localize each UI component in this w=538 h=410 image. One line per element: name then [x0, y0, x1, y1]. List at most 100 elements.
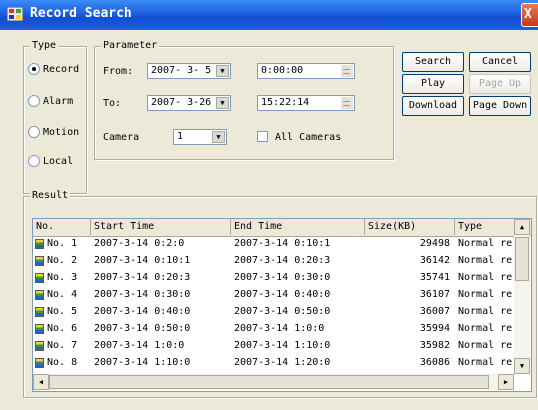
to-date-picker[interactable]: 2007- 3-26 ▼ [147, 95, 231, 111]
cell-end: 2007-3-14 0:40:0 [234, 289, 331, 300]
radio-alarm-label: Alarm [43, 95, 74, 107]
table-row[interactable]: No. 5 2007-3-14 0:40:0 2007-3-14 0:50:0 360… [33, 305, 514, 319]
record-file-icon [35, 273, 44, 283]
spin-icon[interactable] [341, 65, 353, 77]
cell-end: 2007-3-14 1:10:0 [234, 340, 331, 351]
record-file-icon [35, 341, 44, 351]
radio-local[interactable]: Local [28, 155, 73, 167]
title-bar[interactable]: Record Search X [0, 0, 538, 30]
app-icon [7, 7, 23, 21]
radio-local-dot[interactable] [28, 155, 40, 167]
scroll-up-arrow-icon[interactable]: ▲ [514, 219, 530, 235]
cell-type: Normal re [458, 306, 513, 317]
cell-size: 36142 [419, 255, 450, 266]
chevron-down-icon[interactable]: ▼ [212, 131, 225, 143]
search-button[interactable]: Search [402, 52, 464, 72]
column-header-size[interactable]: Size(KB) [365, 219, 455, 235]
camera-label: Camera [103, 132, 140, 143]
from-label: From: [103, 66, 134, 77]
cell-type: Normal re [458, 272, 513, 283]
table-row[interactable]: No. 7 2007-3-14 1:0:0 2007-3-14 1:10:0 3598… [33, 339, 514, 353]
cell-size: 35994 [419, 323, 450, 334]
scroll-down-arrow-icon[interactable]: ▼ [514, 358, 530, 374]
cell-type: Normal re [458, 340, 513, 351]
cell-type: Normal re [458, 255, 513, 266]
record-file-icon [35, 290, 44, 300]
window-title: Record Search [30, 6, 132, 21]
parameter-group: Parameter From: 2007- 3- 5 ▼ 0:00:00 To:… [94, 40, 394, 160]
page-up-button[interactable]: Page Up [469, 74, 531, 94]
table-row[interactable]: No. 6 2007-3-14 0:50:0 2007-3-14 1:0:0 3599… [33, 322, 514, 336]
horizontal-scrollbar[interactable]: ◀ ▶ [33, 374, 514, 390]
radio-motion-dot[interactable] [28, 126, 40, 138]
cell-end: 2007-3-14 0:50:0 [234, 306, 331, 317]
chevron-down-icon[interactable]: ▼ [216, 65, 229, 77]
from-time-field[interactable]: 0:00:00 [257, 63, 355, 79]
radio-alarm-dot[interactable] [28, 95, 40, 107]
table-row[interactable]: No. 3 2007-3-14 0:20:3 2007-3-14 0:30:0 357… [33, 271, 514, 285]
cancel-button[interactable]: Cancel [469, 52, 531, 72]
radio-record-dot[interactable] [28, 63, 40, 75]
radio-record[interactable]: Record [28, 63, 79, 75]
radio-motion[interactable]: Motion [28, 126, 79, 138]
column-header-type[interactable]: Type [455, 219, 514, 235]
record-file-icon [35, 358, 44, 368]
table-row[interactable]: No. 8 2007-3-14 1:10:0 2007-3-14 1:20:0 360… [33, 356, 514, 370]
camera-value: 1 [177, 131, 184, 142]
camera-select[interactable]: 1 ▼ [173, 129, 227, 145]
cell-no: No. 4 [47, 289, 78, 300]
cell-no: No. 3 [47, 272, 78, 283]
cell-type: Normal re [458, 289, 513, 300]
cell-start: 2007-3-14 0:10:1 [94, 255, 191, 266]
radio-record-label: Record [43, 63, 80, 75]
to-time-value: 15:22:14 [261, 97, 310, 108]
cell-end: 2007-3-14 0:30:0 [234, 272, 331, 283]
cell-start: 2007-3-14 0:30:0 [94, 289, 191, 300]
type-legend: Type [30, 40, 59, 51]
cell-type: Normal re [458, 323, 513, 334]
scroll-left-arrow-icon[interactable]: ◀ [33, 374, 49, 390]
cell-no: No. 8 [47, 357, 78, 368]
list-header: No. Start Time End Time Size(KB) Type [33, 219, 531, 237]
from-date-value: 2007- 3- 5 [151, 65, 212, 76]
cell-end: 2007-3-14 1:0:0 [234, 323, 325, 334]
radio-alarm[interactable]: Alarm [28, 95, 73, 107]
cell-size: 35741 [419, 272, 450, 283]
column-header-no[interactable]: No. [33, 219, 91, 235]
record-file-icon [35, 239, 44, 249]
table-row[interactable]: No. 1 2007-3-14 0:2:0 2007-3-14 0:10:1 2949… [33, 237, 514, 251]
all-cameras-checkbox[interactable] [257, 131, 268, 142]
result-list[interactable]: No. Start Time End Time Size(KB) Type No… [32, 218, 532, 392]
cell-no: No. 5 [47, 306, 78, 317]
cell-type: Normal re [458, 357, 513, 368]
cell-size: 36086 [419, 357, 450, 368]
close-button[interactable]: X [521, 3, 538, 27]
record-search-window: Record Search X Type Record Alarm Motion… [0, 0, 538, 410]
spin-icon[interactable] [341, 97, 353, 109]
table-row[interactable]: No. 4 2007-3-14 0:30:0 2007-3-14 0:40:0 361… [33, 288, 514, 302]
type-group: Type Record Alarm Motion Local [23, 40, 87, 194]
scroll-right-arrow-icon[interactable]: ▶ [498, 374, 514, 390]
vertical-scroll-thumb[interactable] [515, 237, 529, 281]
chevron-down-icon[interactable]: ▼ [216, 97, 229, 109]
horizontal-scroll-thumb[interactable] [49, 375, 489, 389]
radio-local-label: Local [43, 155, 74, 167]
column-header-end-time[interactable]: End Time [231, 219, 365, 235]
parameter-legend: Parameter [101, 40, 160, 51]
from-date-picker[interactable]: 2007- 3- 5 ▼ [147, 63, 231, 79]
record-file-icon [35, 324, 44, 334]
to-date-value: 2007- 3-26 [151, 97, 212, 108]
vertical-scrollbar[interactable]: ▲ ▼ [514, 219, 530, 374]
cell-size: 35982 [419, 340, 450, 351]
page-down-button[interactable]: Page Down [469, 96, 531, 116]
to-time-field[interactable]: 15:22:14 [257, 95, 355, 111]
play-button[interactable]: Play [402, 74, 464, 94]
column-header-start-time[interactable]: Start Time [91, 219, 231, 235]
table-row[interactable]: No. 2 2007-3-14 0:10:1 2007-3-14 0:20:3 361… [33, 254, 514, 268]
cell-size: 36007 [419, 306, 450, 317]
download-button[interactable]: Download [402, 96, 464, 116]
cell-start: 2007-3-14 0:2:0 [94, 238, 185, 249]
cell-start: 2007-3-14 0:40:0 [94, 306, 191, 317]
from-time-value: 0:00:00 [261, 65, 304, 76]
record-file-icon [35, 307, 44, 317]
